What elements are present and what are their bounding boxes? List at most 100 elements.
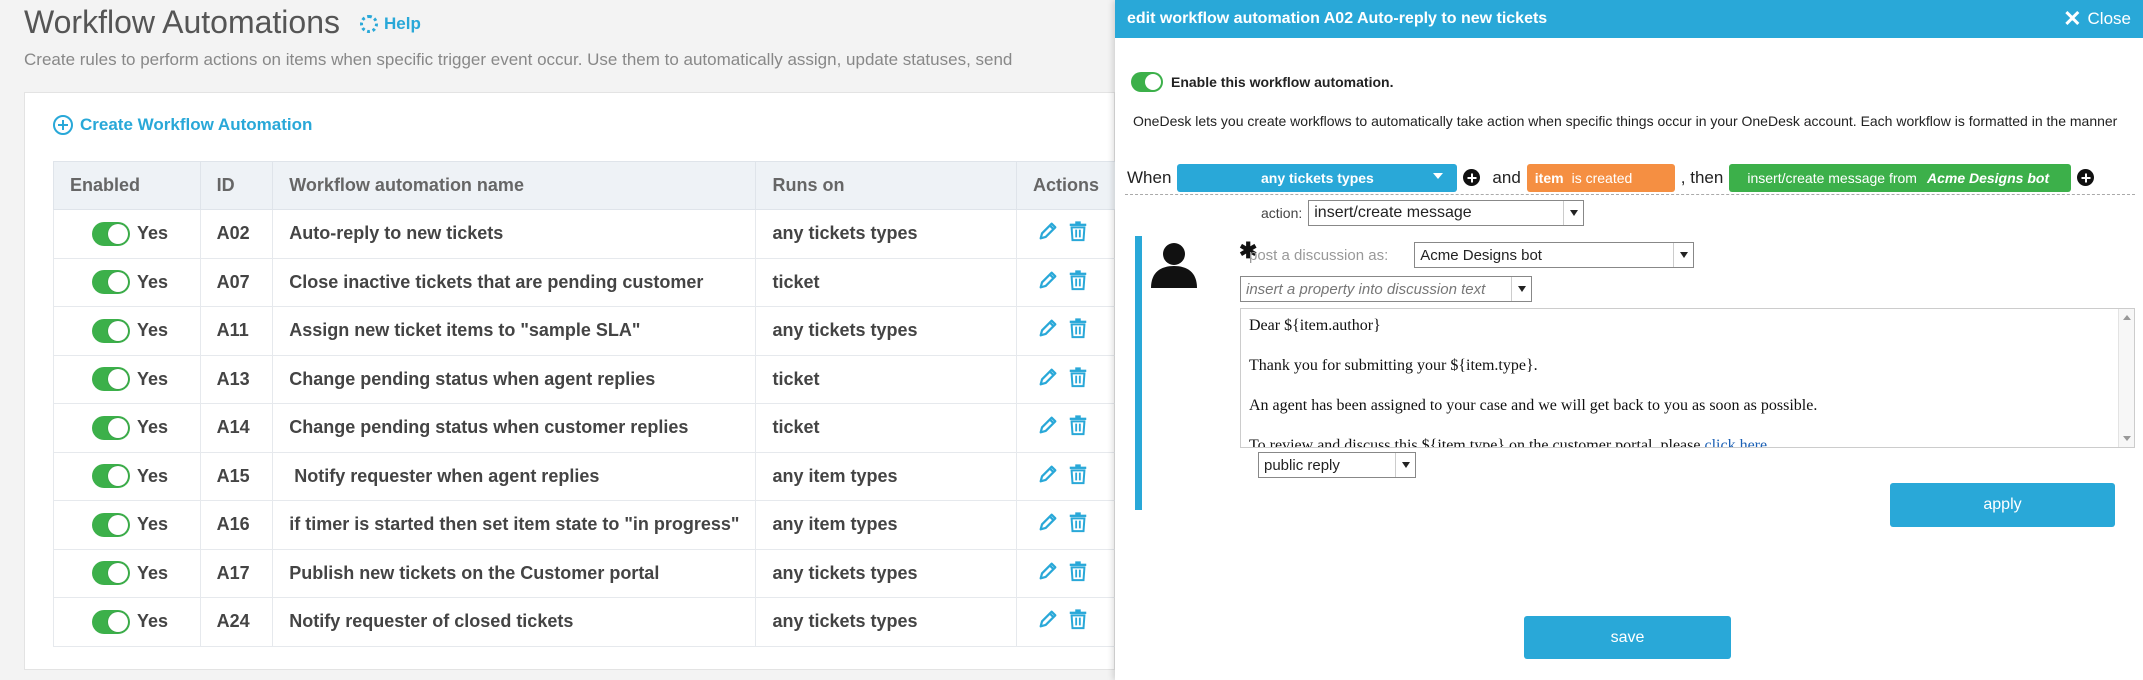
- edit-button[interactable]: [1037, 269, 1059, 296]
- delete-button[interactable]: [1067, 511, 1089, 538]
- chevron-down-icon: [1511, 277, 1531, 301]
- runs-on-cell: any item types: [755, 451, 1017, 501]
- enabled-cell: Yes: [53, 548, 201, 598]
- delete-button[interactable]: [1067, 317, 1089, 344]
- message-line-assigned: An agent has been assigned to your case …: [1249, 397, 1818, 414]
- editor-scrollbar[interactable]: [2118, 309, 2134, 447]
- edit-workflow-modal: edit workflow automation A02 Auto-reply …: [1115, 0, 2143, 680]
- pencil-icon: [1039, 610, 1057, 628]
- enabled-toggle[interactable]: [92, 270, 130, 295]
- enabled-cell: Yes: [53, 354, 201, 404]
- table-row[interactable]: Yes A14 Change pending status when custome…: [53, 403, 1117, 453]
- add-action-icon[interactable]: [2077, 169, 2095, 186]
- enabled-toggle[interactable]: [92, 221, 130, 246]
- message-editor[interactable]: Dear ${item.author} Thank you for submit…: [1240, 308, 2135, 448]
- edit-button[interactable]: [1037, 608, 1059, 635]
- enabled-toggle[interactable]: [92, 464, 130, 489]
- page-description: Create rules to perform actions on items…: [24, 50, 1013, 69]
- reply-type-select[interactable]: public reply: [1258, 452, 1416, 478]
- edit-button[interactable]: [1037, 560, 1059, 587]
- click-here-link[interactable]: click here.: [1704, 437, 1771, 447]
- id-cell: A07: [199, 257, 274, 307]
- name-cell[interactable]: Notify requester when agent replies: [272, 451, 757, 501]
- enabled-cell: Yes: [53, 257, 201, 307]
- row-actions: [1033, 220, 1099, 247]
- enabled-cell: Yes: [53, 451, 201, 501]
- condition-pill[interactable]: item is created: [1526, 163, 1675, 192]
- post-as-select[interactable]: Acme Designs bot: [1414, 242, 1695, 268]
- trash-icon: [1069, 270, 1087, 290]
- delete-button[interactable]: [1067, 560, 1089, 587]
- name-cell[interactable]: Publish new tickets on the Customer port…: [272, 548, 757, 598]
- table-row[interactable]: Yes A15 Notify requester when agent repli…: [53, 451, 1117, 501]
- enabled-toggle[interactable]: [92, 367, 130, 392]
- edit-button[interactable]: [1037, 414, 1059, 441]
- scroll-up-icon[interactable]: [2123, 315, 2131, 320]
- trigger-type-value: any tickets types: [1261, 169, 1374, 186]
- enabled-toggle[interactable]: [92, 415, 130, 440]
- enabled-toggle[interactable]: [92, 609, 130, 634]
- create-workflow-button[interactable]: Create Workflow Automation: [53, 115, 312, 135]
- enabled-toggle[interactable]: [92, 561, 130, 586]
- insert-property-select[interactable]: insert a property into discussion text: [1240, 276, 1532, 302]
- action-pill-source: Acme Designs bot: [1926, 169, 2050, 186]
- pencil-icon: [1039, 271, 1057, 289]
- table-row[interactable]: Yes A07 Close inactive tickets that are pe…: [53, 257, 1117, 307]
- table-row[interactable]: Yes A17 Publish new tickets on the Custome…: [53, 548, 1117, 598]
- trash-icon: [1069, 367, 1087, 387]
- table-row[interactable]: Yes A24 Notify requester of closed tickets…: [53, 597, 1117, 647]
- enabled-cell: Yes: [53, 597, 201, 647]
- enable-toggle[interactable]: [1131, 72, 1163, 92]
- enabled-toggle[interactable]: [92, 318, 130, 343]
- plus-circle-icon: [53, 115, 73, 135]
- id-cell: A11: [199, 306, 274, 356]
- table-row[interactable]: Yes A13 Change pending status when agent r…: [53, 354, 1117, 404]
- id-cell: A14: [199, 403, 274, 453]
- column-header-enabled[interactable]: Enabled: [53, 161, 201, 210]
- action-pill[interactable]: insert/create message from Acme Designs …: [1729, 163, 2072, 192]
- edit-button[interactable]: [1037, 220, 1059, 247]
- runs-on-cell: any tickets types: [755, 209, 1017, 259]
- enabled-toggle[interactable]: [92, 512, 130, 537]
- edit-button[interactable]: [1037, 366, 1059, 393]
- enabled-toggle-wrap: Yes: [70, 609, 184, 634]
- name-cell[interactable]: if timer is started then set item state …: [272, 500, 757, 550]
- delete-button[interactable]: [1067, 366, 1089, 393]
- edit-button[interactable]: [1037, 511, 1059, 538]
- help-link[interactable]: Help: [359, 14, 421, 34]
- trash-icon: [1069, 221, 1087, 242]
- name-cell[interactable]: Close inactive tickets that are pending …: [272, 257, 757, 307]
- name-cell[interactable]: Assign new ticket items to "sample SLA": [272, 306, 757, 356]
- delete-button[interactable]: [1067, 608, 1089, 635]
- delete-button[interactable]: [1067, 463, 1089, 490]
- save-button[interactable]: save: [1524, 616, 1731, 659]
- column-header-runs-on[interactable]: Runs on: [755, 161, 1017, 210]
- pencil-icon: [1039, 562, 1057, 580]
- name-cell[interactable]: Change pending status when customer repl…: [272, 403, 757, 453]
- apply-button[interactable]: apply: [1890, 483, 2115, 527]
- name-cell[interactable]: Auto-reply to new tickets: [272, 209, 757, 259]
- edit-button[interactable]: [1037, 317, 1059, 344]
- delete-button[interactable]: [1067, 220, 1089, 247]
- name-cell[interactable]: Change pending status when agent replies: [272, 354, 757, 404]
- message-line-greeting: Dear ${item.author}: [1249, 317, 1381, 334]
- scroll-down-icon[interactable]: [2123, 436, 2131, 441]
- id-cell: A17: [199, 548, 274, 598]
- table-row[interactable]: Yes A11 Assign new ticket items to "sample…: [53, 306, 1117, 356]
- action-select[interactable]: insert/create message: [1308, 200, 1585, 226]
- trigger-type-dropdown[interactable]: any tickets types: [1177, 163, 1458, 192]
- enabled-label: Yes: [137, 611, 169, 632]
- actions-cell: [1015, 597, 1117, 647]
- add-condition-icon[interactable]: [1463, 169, 1481, 186]
- pencil-icon: [1039, 465, 1057, 483]
- action-pill-label: insert/create message from: [1747, 169, 1917, 186]
- edit-button[interactable]: [1037, 463, 1059, 490]
- close-button[interactable]: ✕ Close: [2063, 8, 2131, 30]
- name-cell[interactable]: Notify requester of closed tickets: [272, 597, 757, 647]
- table-row[interactable]: Yes A16 if timer is started then set item …: [53, 500, 1117, 550]
- column-header-id[interactable]: ID: [199, 161, 274, 210]
- delete-button[interactable]: [1067, 414, 1089, 441]
- column-header-name[interactable]: Workflow automation name: [272, 161, 757, 210]
- table-row[interactable]: Yes A02 Auto-reply to new tickets any ticke…: [53, 209, 1117, 259]
- delete-button[interactable]: [1067, 269, 1089, 296]
